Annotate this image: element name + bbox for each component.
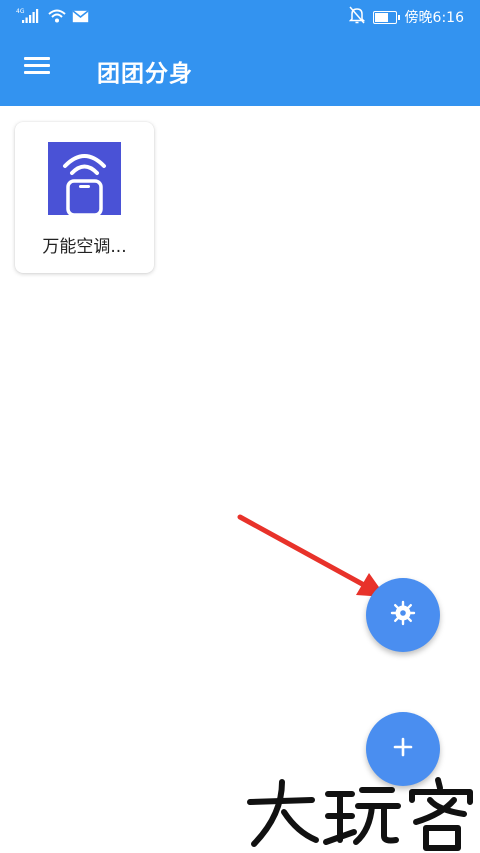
app-bar: 团团分身 [0, 33, 480, 106]
status-bar-right: 傍晚6:16 [348, 6, 464, 28]
mute-bell-icon [348, 6, 365, 28]
gear-icon [390, 600, 416, 630]
app-card[interactable]: 万能空调... [15, 122, 154, 273]
signal-icon: 4G [16, 7, 42, 29]
status-time: 傍晚6:16 [404, 10, 464, 26]
hamburger-menu-icon[interactable] [20, 53, 54, 85]
status-bar-left: 4G [16, 7, 89, 29]
status-bar: 4G 傍晚6:16 [0, 0, 480, 33]
plus-icon [392, 736, 414, 762]
mail-icon [72, 9, 89, 27]
app-label: 万能空调... [42, 237, 127, 257]
wifi-icon [48, 8, 66, 28]
network-type: 4G [16, 8, 25, 15]
settings-fab-button[interactable] [366, 578, 440, 652]
wifi-phone-icon [48, 142, 121, 217]
watermark-logo [247, 777, 473, 851]
battery-icon [372, 10, 400, 24]
page-title: 团团分身 [97, 61, 193, 87]
